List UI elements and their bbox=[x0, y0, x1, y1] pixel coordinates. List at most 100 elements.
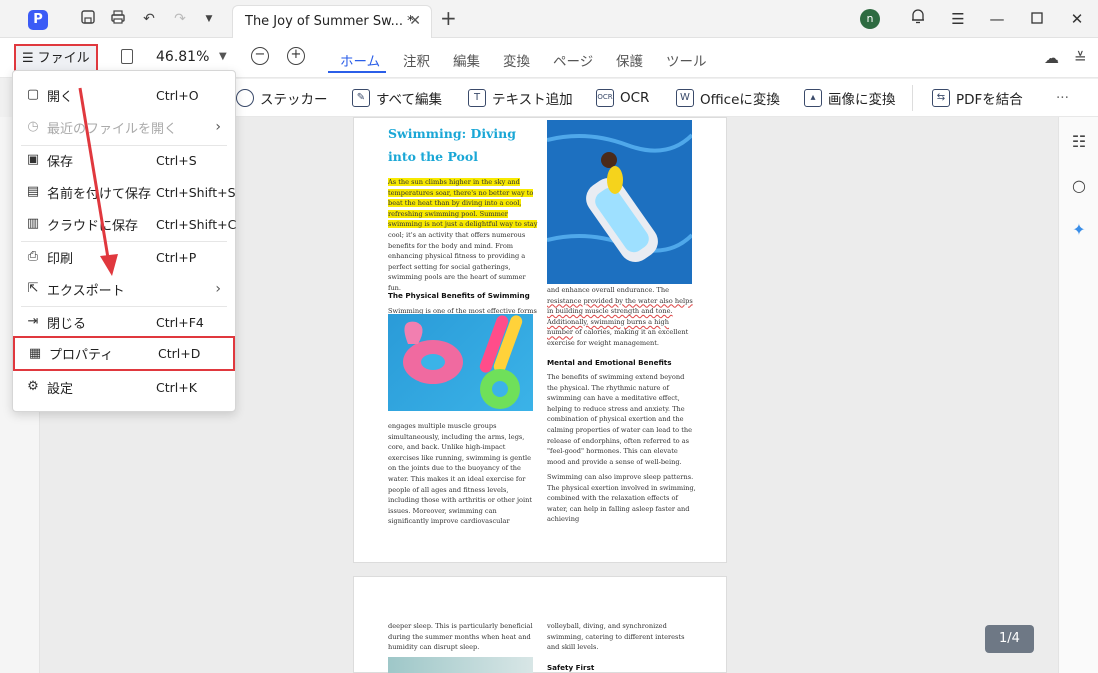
menu-item-label: プロパティ bbox=[49, 348, 114, 363]
title-bar: P ↶ ↷ ▼ The Joy of Summer Sw... * ✕ + n … bbox=[0, 0, 1098, 38]
add-text-button[interactable]: T テキスト追加 bbox=[468, 87, 573, 109]
more-button[interactable]: ··· bbox=[1056, 87, 1069, 109]
physical-continued: engages multiple muscle groups simultane… bbox=[388, 422, 533, 526]
zoom-value[interactable]: 46.81% bbox=[156, 49, 209, 65]
merge-pdf-label: PDFを結合 bbox=[956, 92, 1023, 108]
menu-item-label: 閉じる bbox=[47, 316, 87, 332]
cloud-save-icon: ▥ bbox=[26, 216, 40, 231]
merge-pdf-button[interactable]: ⇆ PDFを結合 bbox=[932, 87, 1023, 109]
highlighted-text: As the sun climbs higher in the sky and … bbox=[388, 178, 538, 229]
window-close-icon[interactable]: ✕ bbox=[1066, 8, 1088, 30]
menu-item-label: 名前を付けて保存 bbox=[47, 186, 152, 202]
app-logo-icon: P bbox=[28, 10, 48, 30]
page-icon[interactable] bbox=[121, 49, 133, 64]
right-sidebar: ☷ ○ ✦ bbox=[1058, 117, 1098, 673]
menu-item-close[interactable]: ⇥ 閉じる Ctrl+F4 bbox=[13, 306, 235, 338]
page-indicator: 1/4 bbox=[985, 625, 1034, 653]
ocr-button[interactable]: OCR OCR bbox=[596, 87, 649, 109]
chevron-down-icon[interactable]: ▼ bbox=[219, 51, 227, 62]
undo-icon[interactable]: ↶ bbox=[139, 9, 159, 29]
menu-item-recent[interactable]: ◷ 最近のファイルを開く › bbox=[13, 111, 235, 143]
menu-item-label: 最近のファイルを開く bbox=[47, 121, 178, 137]
zoom-out-icon[interactable]: − bbox=[251, 47, 269, 65]
zoom-in-icon[interactable]: + bbox=[287, 47, 305, 65]
tab-edit[interactable]: 編集 bbox=[453, 50, 480, 70]
ai-sparkle-icon[interactable]: ✦ bbox=[1069, 220, 1089, 240]
collapse-icon[interactable]: ≚ bbox=[1074, 49, 1087, 67]
active-tab-underline bbox=[328, 71, 386, 73]
sticker-label: ステッカー bbox=[260, 92, 328, 108]
pdf-page-1: Swimming: Diving into the Pool As the su… bbox=[353, 117, 727, 563]
page-title: Swimming: Diving into the Pool bbox=[388, 126, 516, 164]
close-doc-icon: ⇥ bbox=[27, 314, 39, 329]
edit-all-button[interactable]: ✎ すべて編集 bbox=[352, 87, 442, 109]
tab-convert[interactable]: 変換 bbox=[503, 50, 530, 70]
menu-item-open[interactable]: ▢ 開く Ctrl+O bbox=[13, 79, 235, 111]
chevron-right-icon: › bbox=[215, 281, 221, 297]
close-icon[interactable]: ✕ bbox=[409, 13, 421, 29]
print-icon[interactable] bbox=[108, 9, 128, 29]
tab-tools[interactable]: ツール bbox=[666, 50, 707, 70]
minimize-icon[interactable]: — bbox=[986, 8, 1008, 30]
mental-paragraph: The benefits of swimming extend beyond t… bbox=[547, 373, 693, 466]
pool-woman-image bbox=[547, 120, 692, 284]
dropdown-icon[interactable]: ▼ bbox=[199, 9, 219, 29]
file-dropdown-menu: ▢ 開く Ctrl+O ◷ 最近のファイルを開く › ▣ 保存 Ctrl+S ▤… bbox=[12, 70, 236, 412]
bell-icon[interactable] bbox=[907, 8, 929, 30]
menu-item-label: 開く bbox=[47, 89, 74, 105]
sticker-button[interactable]: ステッカー bbox=[236, 87, 328, 109]
clock-icon: ◷ bbox=[27, 119, 39, 134]
print-icon: ⎙ bbox=[27, 249, 39, 264]
ocr-label: OCR bbox=[620, 90, 650, 106]
right-column-paragraph: and enhance overall endurance. The resis… bbox=[547, 285, 697, 349]
intro-paragraph: As the sun climbs higher in the sky and … bbox=[388, 177, 538, 294]
image-icon: ▴ bbox=[804, 89, 822, 107]
avatar[interactable]: n bbox=[860, 9, 880, 29]
menu-item-save-as[interactable]: ▤ 名前を付けて保存 Ctrl+Shift+S bbox=[13, 176, 236, 208]
menu-item-shortcut: Ctrl+O bbox=[156, 87, 199, 103]
menu-item-settings[interactable]: ⚙ 設定 Ctrl+K bbox=[13, 371, 235, 403]
menu-item-shortcut: Ctrl+P bbox=[156, 249, 197, 265]
menu-item-shortcut: Ctrl+F4 bbox=[156, 314, 204, 330]
save-icon[interactable] bbox=[78, 9, 98, 29]
heading-mental: Mental and Emotional Benefits bbox=[547, 358, 672, 367]
merge-icon: ⇆ bbox=[932, 89, 950, 107]
menu-item-export[interactable]: ⇱ エクスポート › bbox=[13, 273, 235, 305]
ribbon-divider bbox=[912, 85, 913, 111]
menu-item-cloud-save[interactable]: ▥ クラウドに保存 Ctrl+Shift+C bbox=[13, 208, 237, 240]
open-icon: ▢ bbox=[26, 87, 40, 102]
menu-item-label: クラウドに保存 bbox=[47, 218, 139, 234]
menu-icon[interactable]: ☰ bbox=[947, 8, 969, 30]
convert-office-label: Officeに変換 bbox=[700, 92, 780, 108]
convert-image-label: 画像に変換 bbox=[828, 92, 896, 108]
menu-item-shortcut: Ctrl+S bbox=[156, 152, 197, 168]
menu-item-properties[interactable]: ▦ プロパティ Ctrl+D bbox=[13, 336, 235, 371]
convert-office-button[interactable]: W Officeに変換 bbox=[676, 87, 780, 109]
convert-image-button[interactable]: ▴ 画像に変換 bbox=[804, 87, 896, 109]
page2-left-paragraph: deeper sleep. This is particularly benef… bbox=[388, 622, 533, 652]
cloud-upload-icon[interactable]: ☁ bbox=[1044, 49, 1059, 67]
tab-document[interactable]: The Joy of Summer Sw... * ✕ bbox=[232, 5, 432, 38]
hamburger-icon: ☰ bbox=[22, 51, 34, 66]
redo-icon[interactable]: ↷ bbox=[170, 9, 190, 29]
tab-page[interactable]: ページ bbox=[553, 50, 593, 70]
tab-home[interactable]: ホーム bbox=[340, 50, 380, 70]
new-tab-button[interactable]: + bbox=[440, 8, 457, 28]
tab-protect[interactable]: 保護 bbox=[616, 50, 643, 70]
sleep-paragraph: Swimming can also improve sleep patterns… bbox=[547, 473, 696, 524]
ocr-icon: OCR bbox=[596, 89, 614, 107]
menu-item-shortcut: Ctrl+K bbox=[156, 379, 197, 395]
intro-rest-text: cool; it's an activity that offers numer… bbox=[388, 230, 526, 292]
properties-panel-icon[interactable]: ☷ bbox=[1069, 132, 1089, 152]
pool-float-image bbox=[388, 314, 533, 411]
menu-item-save[interactable]: ▣ 保存 Ctrl+S bbox=[13, 144, 235, 176]
menu-item-print[interactable]: ⎙ 印刷 Ctrl+P bbox=[13, 241, 235, 273]
export-icon: ⇱ bbox=[27, 281, 39, 296]
properties-icon: ▦ bbox=[28, 345, 42, 361]
pdf-page-2: deeper sleep. This is particularly benef… bbox=[353, 576, 727, 673]
tab-annotate[interactable]: 注釈 bbox=[403, 50, 430, 70]
search-icon[interactable]: ○ bbox=[1069, 176, 1089, 196]
save-icon: ▣ bbox=[26, 152, 40, 167]
maximize-icon[interactable] bbox=[1026, 8, 1048, 30]
menu-item-shortcut: Ctrl+Shift+C bbox=[156, 216, 237, 232]
